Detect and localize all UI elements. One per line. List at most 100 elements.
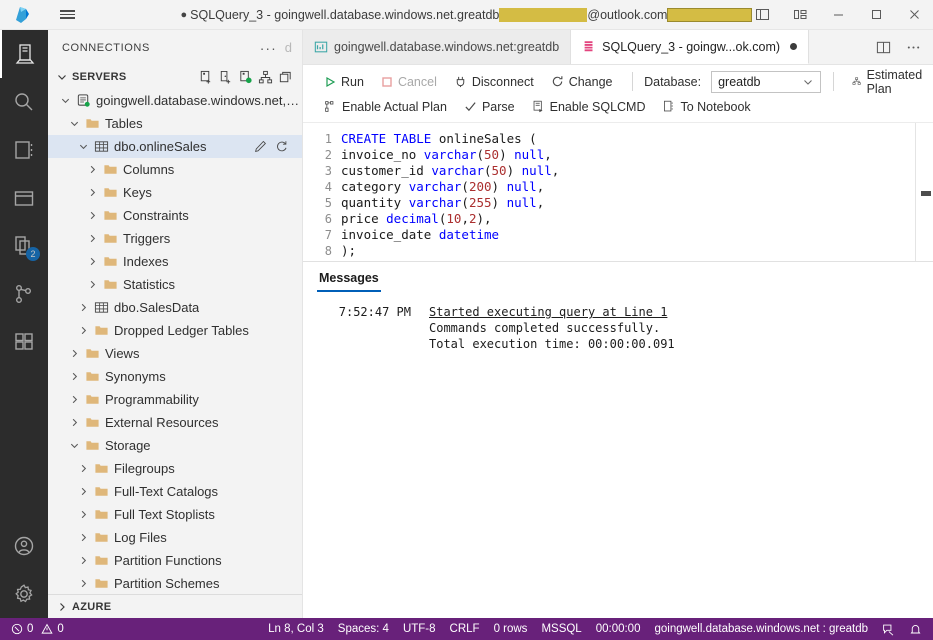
status-rows[interactable]: 0 rows [487, 618, 535, 640]
message-text[interactable]: Started executing query at Line 1 [429, 304, 667, 320]
maximize-button[interactable] [857, 0, 895, 30]
split-editor-button[interactable] [869, 30, 897, 65]
chevron-right-icon[interactable] [75, 463, 91, 474]
tree-item[interactable]: Programmability [48, 388, 302, 411]
hamburger-menu-icon[interactable] [46, 0, 88, 30]
customize-layout-button[interactable] [781, 0, 819, 30]
servers-section-header[interactable]: SERVERS [48, 65, 302, 89]
tree-item[interactable]: Log Files [48, 526, 302, 549]
close-button[interactable] [895, 0, 933, 30]
chevron-right-icon[interactable] [75, 509, 91, 520]
chevron-right-icon[interactable] [66, 417, 82, 428]
activity-item-notebooks[interactable] [0, 126, 48, 174]
to-notebook-button[interactable]: To Notebook [655, 98, 757, 116]
chevron-down-icon[interactable] [75, 141, 91, 152]
chevron-right-icon[interactable] [75, 325, 91, 336]
chevron-right-icon[interactable] [75, 532, 91, 543]
collapse-all-icon[interactable] [278, 70, 293, 85]
tree-item[interactable]: Partition Schemes [48, 572, 302, 594]
status-language[interactable]: MSSQL [534, 618, 588, 640]
chevron-right-icon[interactable] [84, 210, 100, 221]
editor-actions-button[interactable] [899, 30, 927, 65]
minimize-button[interactable] [819, 0, 857, 30]
chevron-right-icon[interactable] [75, 302, 91, 313]
chevron-right-icon[interactable] [84, 187, 100, 198]
status-exec-time[interactable]: 00:00:00 [589, 618, 648, 640]
tab-messages[interactable]: Messages [317, 271, 381, 292]
toggle-sidebar-button[interactable] [743, 0, 781, 30]
chevron-right-icon[interactable] [75, 555, 91, 566]
cancel-button[interactable]: Cancel [374, 73, 444, 91]
estimated-plan-button[interactable]: Estimated Plan [845, 66, 933, 98]
change-connection-button[interactable]: Change [544, 73, 620, 91]
refresh-icon[interactable] [275, 140, 288, 153]
status-line-col[interactable]: Ln 8, Col 3 [261, 618, 331, 640]
tree-item[interactable]: Dropped Ledger Tables [48, 319, 302, 342]
editor-tab[interactable]: SQLQuery_3 - goingw...ok.com) [571, 30, 810, 64]
activity-item-source-control[interactable] [0, 270, 48, 318]
enable-actual-plan-button[interactable]: Enable Actual Plan [317, 98, 454, 116]
tree-item[interactable]: Constraints [48, 204, 302, 227]
azure-section-header[interactable]: AZURE [48, 594, 302, 618]
new-server-group-icon[interactable] [218, 70, 233, 85]
activity-item-accounts[interactable] [0, 522, 48, 570]
connect-icon[interactable] [238, 70, 253, 85]
status-eol[interactable]: CRLF [443, 618, 487, 640]
chevron-right-icon[interactable] [84, 279, 100, 290]
tree-item[interactable]: Columns [48, 158, 302, 181]
status-encoding[interactable]: UTF-8 [396, 618, 443, 640]
sidebar-more-actions-button[interactable]: ··· [254, 40, 283, 56]
edit-icon[interactable] [254, 140, 267, 153]
chevron-right-icon[interactable] [75, 578, 91, 589]
chevron-right-icon[interactable] [84, 256, 100, 267]
chevron-down-icon[interactable] [57, 95, 73, 106]
notifications-bell-icon[interactable] [902, 618, 929, 640]
feedback-icon[interactable] [875, 618, 902, 640]
chevron-right-icon[interactable] [66, 348, 82, 359]
tree-item[interactable]: Indexes [48, 250, 302, 273]
tab-dirty-indicator[interactable] [790, 43, 798, 50]
tree-item[interactable]: dbo.SalesData [48, 296, 302, 319]
tree-item[interactable]: Full-Text Catalogs [48, 480, 302, 503]
disconnect-button[interactable]: Disconnect [447, 73, 541, 91]
tree-item[interactable]: External Resources [48, 411, 302, 434]
tree-item[interactable]: Partition Functions [48, 549, 302, 572]
status-connection[interactable]: goingwell.database.windows.net : greatdb [647, 618, 875, 640]
chevron-down-icon[interactable] [66, 118, 82, 129]
activity-item-servers[interactable] [0, 30, 48, 78]
tree-item[interactable]: Synonyms [48, 365, 302, 388]
tree-item[interactable]: Statistics [48, 273, 302, 296]
activity-item-settings[interactable] [0, 570, 48, 618]
parse-button[interactable]: Parse [457, 98, 522, 116]
tree-item[interactable]: Triggers [48, 227, 302, 250]
tree-item[interactable]: Filegroups [48, 457, 302, 480]
status-problems[interactable]: 0 0 [4, 618, 71, 640]
sql-editor[interactable]: 1 CREATE TABLE onlineSales (2 invoice_no v… [303, 123, 933, 261]
status-spaces[interactable]: Spaces: 4 [331, 618, 396, 640]
chevron-right-icon[interactable] [66, 394, 82, 405]
tree-item[interactable]: dbo.onlineSales [48, 135, 302, 158]
server-groups-icon[interactable] [258, 70, 273, 85]
activity-item-explorer[interactable]: 2 [0, 222, 48, 270]
editor-tab[interactable]: goingwell.database.windows.net:greatdb [303, 30, 572, 64]
chevron-right-icon[interactable] [84, 164, 100, 175]
activity-item-search[interactable] [0, 78, 48, 126]
enable-sqlcmd-button[interactable]: Enable SQLCMD [525, 98, 653, 116]
run-button[interactable]: Run [317, 73, 371, 91]
new-connection-icon[interactable] [198, 70, 213, 85]
chevron-right-icon[interactable] [75, 486, 91, 497]
chevron-right-icon[interactable] [84, 233, 100, 244]
chevron-down-icon[interactable] [66, 440, 82, 451]
editor-scrollbar[interactable] [919, 123, 933, 261]
chevron-right-icon[interactable] [66, 371, 82, 382]
tree-item[interactable]: Views [48, 342, 302, 365]
database-select[interactable]: greatdb [711, 70, 821, 93]
tree-item[interactable]: Full Text Stoplists [48, 503, 302, 526]
tree-item[interactable]: Tables [48, 112, 302, 135]
toggle-panel-button[interactable] [705, 0, 743, 30]
tree-item[interactable]: Storage [48, 434, 302, 457]
tree-item[interactable]: Keys [48, 181, 302, 204]
activity-item-extensions[interactable] [0, 318, 48, 366]
tree-item[interactable]: goingwell.database.windows.net, g... [48, 89, 302, 112]
activity-item-dashboard[interactable] [0, 174, 48, 222]
